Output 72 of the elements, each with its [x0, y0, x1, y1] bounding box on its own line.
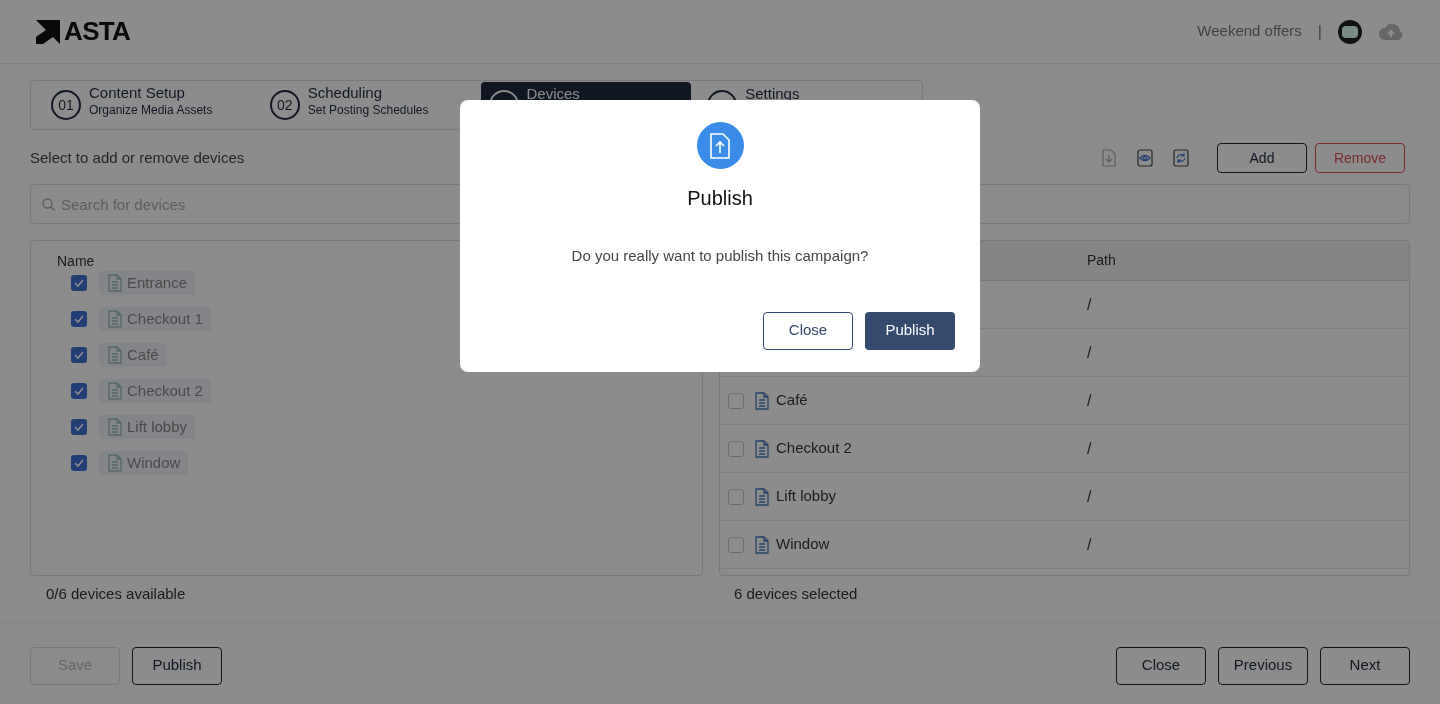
dialog-title: Publish	[687, 186, 753, 211]
table-cell-text: /	[1087, 534, 1092, 555]
step-title: Settings	[745, 84, 800, 104]
column-header: Path	[1087, 251, 1116, 270]
refresh-icon[interactable]	[1173, 149, 1189, 167]
toolbar-button[interactable]: Remove	[1315, 143, 1405, 173]
document-icon	[107, 454, 123, 472]
checkbox[interactable]	[71, 347, 87, 363]
table-cell-text: /	[1087, 438, 1092, 459]
footer-button[interactable]: Previous	[1218, 646, 1308, 685]
document-icon	[754, 535, 770, 554]
step-title: Scheduling	[307, 84, 383, 103]
step-tab[interactable]: 02 Scheduling Set Posting Schedules	[261, 82, 473, 128]
table-cell-text: Café	[776, 390, 808, 411]
check-icon	[74, 279, 84, 287]
checkbox[interactable]	[71, 455, 87, 471]
document-icon	[754, 487, 770, 506]
check-icon	[74, 459, 84, 467]
step-title: Devices	[526, 84, 580, 104]
dialog-button[interactable]: Close	[763, 311, 853, 350]
document-icon	[754, 391, 770, 410]
table-cell-text: /	[1087, 486, 1092, 507]
step-number: 02	[269, 90, 300, 120]
document-icon	[754, 439, 770, 458]
selected-count: 6 devices selected	[733, 584, 859, 604]
checkbox[interactable]	[728, 536, 744, 553]
footer-button[interactable]: Publish	[132, 646, 222, 685]
campaign-name: Weekend offers	[1197, 21, 1302, 42]
document-icon	[107, 274, 123, 292]
search-icon	[42, 198, 55, 211]
separator: |	[1317, 21, 1322, 42]
document-icon	[107, 346, 123, 364]
available-count: 0/6 devices available	[45, 584, 187, 604]
step-number: 01	[51, 90, 81, 120]
table-cell-text: Window	[776, 534, 830, 555]
check-icon	[74, 315, 84, 323]
checkbox[interactable]	[728, 440, 744, 457]
check-icon	[74, 387, 84, 395]
table-cell-text: /	[1087, 342, 1092, 363]
table-cell-text: /	[1087, 390, 1092, 411]
dialog-button[interactable]: Publish	[865, 311, 955, 350]
checkbox[interactable]	[71, 419, 87, 435]
cloud-upload-icon[interactable]	[1378, 21, 1404, 42]
upload-file-icon	[696, 122, 744, 169]
dialog-message: Do you really want to publish this campaign?	[571, 246, 869, 266]
step-subtitle: Set Posting Schedules	[307, 102, 429, 118]
step-tab[interactable]: 01 Content Setup Organize Media Assets	[43, 82, 254, 128]
avatar-icon[interactable]	[1338, 19, 1362, 44]
table-cell-text: Checkout 2	[776, 438, 852, 459]
column-header: Name	[57, 253, 95, 269]
document-icon	[107, 418, 123, 436]
instruction: Select to add or remove devices	[30, 147, 245, 168]
toolbar-button[interactable]: Add	[1217, 143, 1307, 173]
table-cell-text: /	[1087, 294, 1092, 315]
document-icon	[107, 310, 123, 328]
table-cell-text: Lift lobby	[776, 486, 837, 507]
preview-eye-icon[interactable]	[1137, 149, 1153, 167]
check-icon	[74, 423, 84, 431]
footer-button[interactable]: Close	[1116, 646, 1206, 685]
checkbox[interactable]	[728, 392, 744, 409]
step-subtitle: Organize Media Assets	[89, 102, 213, 118]
step-title: Content Setup	[89, 84, 186, 103]
checkbox[interactable]	[71, 383, 87, 399]
logo-arrow-icon	[36, 19, 60, 44]
checkbox[interactable]	[728, 488, 744, 505]
check-icon	[74, 351, 84, 359]
checkbox[interactable]	[71, 311, 87, 327]
download-file-icon[interactable]	[1101, 149, 1117, 167]
checkbox[interactable]	[71, 275, 87, 291]
logo: ASTA	[64, 15, 131, 48]
footer-button[interactable]: Next	[1320, 646, 1410, 685]
document-icon	[107, 382, 123, 400]
